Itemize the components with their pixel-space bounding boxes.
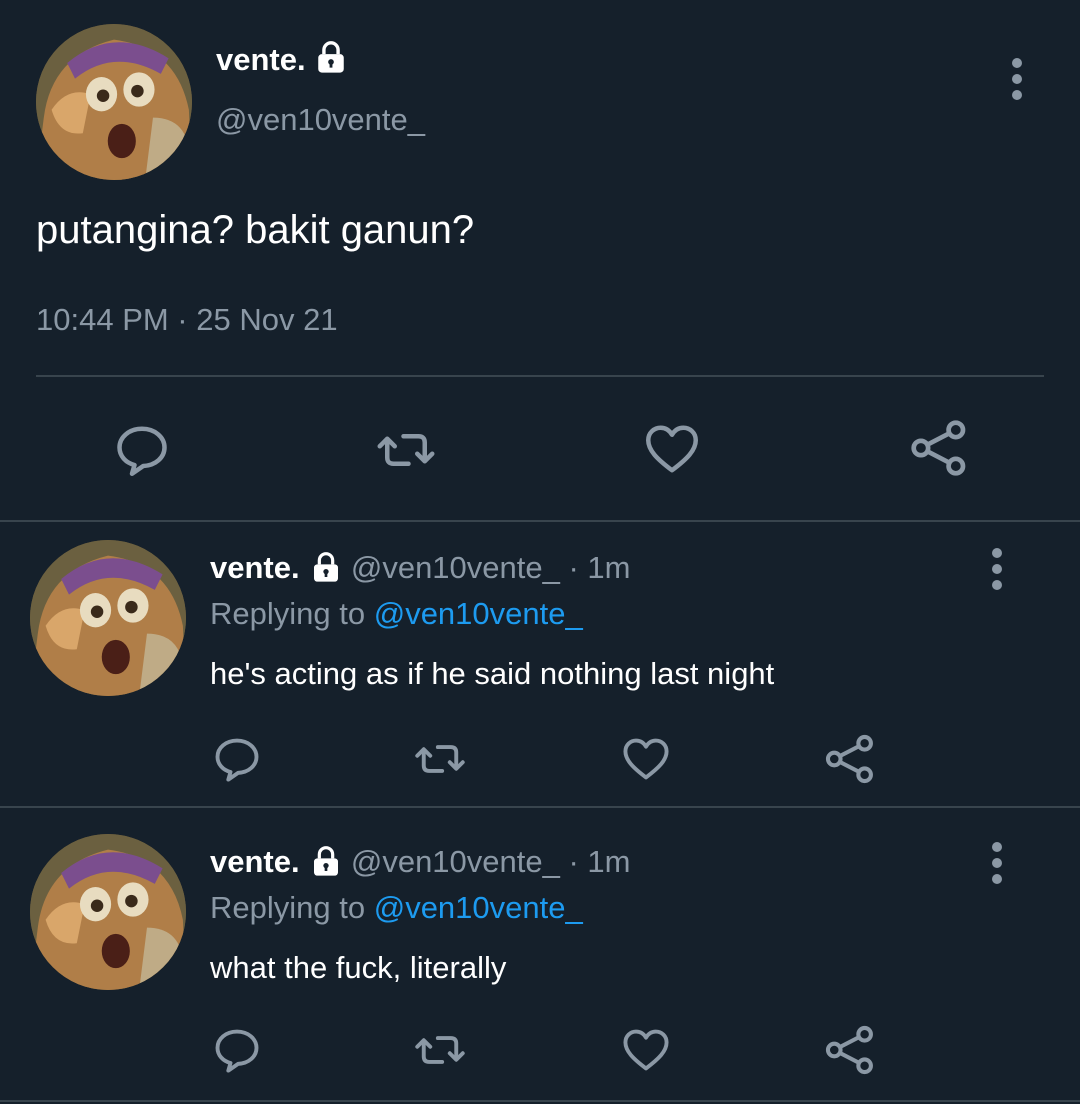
heart-icon <box>619 1024 673 1076</box>
more-options-button[interactable] <box>991 842 1003 890</box>
divider <box>36 375 1044 377</box>
share-button[interactable] <box>908 417 970 479</box>
more-options-button[interactable] <box>991 548 1003 596</box>
avatar[interactable] <box>36 24 192 180</box>
avatar-image <box>30 540 186 696</box>
display-name[interactable]: vente. <box>210 550 300 585</box>
handle[interactable]: @ven10vente_ <box>216 102 425 138</box>
avatar[interactable] <box>30 540 186 696</box>
replying-to-link[interactable]: @ven10vente_ <box>374 596 583 631</box>
avatar[interactable] <box>30 834 186 990</box>
reply-time: · 1m <box>568 550 631 585</box>
share-icon <box>908 417 970 479</box>
dot-icon <box>992 548 1002 558</box>
like-button[interactable] <box>619 733 673 785</box>
lock-icon <box>310 551 342 583</box>
reply-button[interactable] <box>112 420 172 480</box>
replying-to: Replying to @ven10vente_ <box>210 596 583 632</box>
reply-button[interactable] <box>211 1024 263 1076</box>
reply-time: · 1m <box>568 844 631 879</box>
dot-icon <box>1012 74 1022 84</box>
avatar-image <box>36 24 192 180</box>
retweet-icon <box>412 1024 468 1076</box>
handle[interactable]: @ven10vente_ <box>351 844 560 879</box>
speech-bubble-icon <box>211 733 263 785</box>
speech-bubble-icon <box>211 1024 263 1076</box>
dot-icon <box>1012 90 1022 100</box>
display-name[interactable]: vente. <box>210 844 300 879</box>
dot-icon <box>992 564 1002 574</box>
retweet-button[interactable] <box>412 1024 468 1076</box>
dot-icon <box>992 874 1002 884</box>
dot-icon <box>992 580 1002 590</box>
replying-to-label: Replying to <box>210 596 366 631</box>
divider <box>0 806 1080 808</box>
retweet-icon <box>412 733 468 785</box>
author-line: vente. <box>216 42 348 82</box>
replying-to: Replying to @ven10vente_ <box>210 890 583 926</box>
reply-text: what the fuck, literally <box>210 950 507 985</box>
replying-to-link[interactable]: @ven10vente_ <box>374 890 583 925</box>
retweet-button[interactable] <box>412 733 468 785</box>
share-button[interactable] <box>823 732 877 786</box>
display-name[interactable]: vente. <box>216 42 306 77</box>
retweet-icon <box>374 420 438 480</box>
speech-bubble-icon <box>112 420 172 480</box>
tweet-text: putangina? bakit ganun? <box>36 208 475 252</box>
handle[interactable]: @ven10vente_ <box>351 550 560 585</box>
like-button[interactable] <box>619 1024 673 1076</box>
heart-icon <box>619 733 673 785</box>
dot-icon <box>992 858 1002 868</box>
replying-to-label: Replying to <box>210 890 366 925</box>
divider <box>0 520 1080 522</box>
reply-text: he's acting as if he said nothing last n… <box>210 656 775 691</box>
lock-icon <box>314 40 348 74</box>
dot-icon <box>992 842 1002 852</box>
divider <box>0 1100 1080 1102</box>
heart-icon <box>641 419 703 479</box>
reply-header: vente. @ven10vente_ · 1m <box>210 550 631 586</box>
more-options-button[interactable] <box>1011 58 1023 106</box>
reply-button[interactable] <box>211 733 263 785</box>
tweet-timestamp[interactable]: 10:44 PM · 25 Nov 21 <box>36 302 338 338</box>
dot-icon <box>1012 58 1022 68</box>
avatar-image <box>30 834 186 990</box>
like-button[interactable] <box>641 419 703 479</box>
share-icon <box>823 732 877 786</box>
share-button[interactable] <box>823 1023 877 1077</box>
lock-icon <box>310 845 342 877</box>
share-icon <box>823 1023 877 1077</box>
reply-header: vente. @ven10vente_ · 1m <box>210 844 631 880</box>
retweet-button[interactable] <box>374 420 438 480</box>
